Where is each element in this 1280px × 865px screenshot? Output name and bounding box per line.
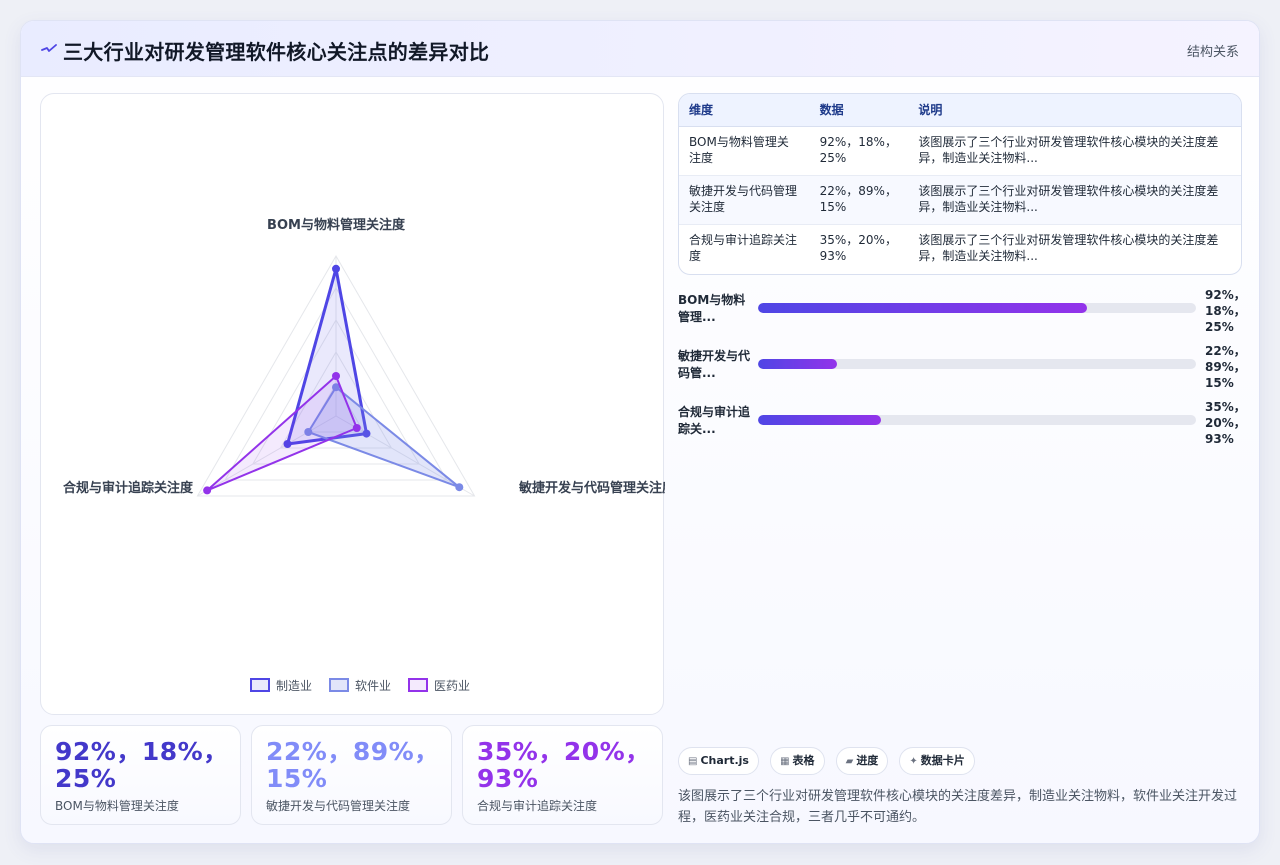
sparkle-icon: ✦	[909, 756, 918, 767]
table-cell-data: 92%，18%，25%	[809, 126, 909, 176]
radar-axis-label: 敏捷开发与代码管理关注度	[518, 480, 665, 496]
progress-value: 22%，89%，15%	[1205, 344, 1246, 390]
progress-value: 92%，18%，25%	[1205, 288, 1246, 334]
table-row: 敏捷开发与代码管理关注度 22%，89%，15% 该图展示了三个行业对研发管理软…	[679, 175, 1241, 225]
legend-label: 制造业	[276, 679, 312, 693]
radar-point	[332, 372, 340, 380]
structure-badge[interactable]: 结构关系	[1187, 41, 1239, 60]
progress-row: 敏捷开发与代码管... 22%，89%，15%	[678, 343, 1246, 399]
radar-chart-panel: BOM与物料管理关注度敏捷开发与代码管理关注度 合规与审计追踪关注度制造业 软件业 医…	[40, 93, 665, 715]
tag-chartjs[interactable]: ▤ Chart.js	[678, 747, 759, 775]
radar-series-3	[206, 375, 358, 492]
stat-value: 92%，18%，25%	[55, 737, 229, 793]
radar-point	[352, 424, 361, 432]
table-cell-note: 该图展示了三个行业对研发管理软件核心模块的关注度差异，制造业关注物料...	[918, 232, 1219, 263]
table-row: BOM与物料管理关注度 92%，18%，25% 该图展示了三个行业对研发管理软件…	[679, 126, 1241, 176]
stat-label: 合规与审计追踪关注度	[477, 799, 598, 813]
summary-text: 该图展示了三个行业对研发管理软件核心模块的关注度差异，制造业关注物料，软件业关注…	[678, 789, 1238, 825]
stat-card-agile: 22%，89%，15% 敏捷开发与代码管理关注度	[251, 725, 452, 825]
table-cell-data: 35%，20%，93%	[819, 232, 897, 263]
table-header-note: 说明	[908, 94, 1241, 127]
table-cell-data: 22%，89%，15%	[809, 175, 909, 225]
table-row: 合规与审计追踪关注度 35%，20%，93% 该图展示了三个行业对研发管理软件核…	[679, 224, 1241, 273]
progress-row: BOM与物料管理... 92%，18%，25%	[678, 287, 1246, 343]
legend-swatch	[250, 678, 270, 692]
stat-card-bom: 92%，18%，25% BOM与物料管理关注度	[40, 725, 241, 825]
legend-swatch	[408, 678, 428, 692]
radar-axis-label: 合规与审计追踪关注度	[63, 480, 194, 496]
stat-card-compliance: 35%，20%，93% 合规与审计追踪关注度	[462, 725, 663, 825]
chart-icon: ▤	[688, 756, 698, 767]
stat-value: 35%，20%，93%	[477, 737, 651, 793]
legend-swatch	[329, 678, 349, 692]
radar-point	[455, 483, 464, 492]
dashboard-card: 三大行业对研发管理软件核心关注点的差异对比 结构关系 BOM与物料管理关注度 敏捷…	[20, 20, 1260, 844]
progress-value: 35%，20%，93%	[1205, 400, 1246, 446]
progress-label: 敏捷开发与代码管...	[678, 349, 751, 380]
tag-label: 表格	[792, 754, 815, 767]
table-cell-dimension: 敏捷开发与代码管理关注度	[679, 175, 810, 225]
progress-list: BOM与物料管理... 92%，18%，25% 敏捷开发与代码管... 22%，…	[678, 287, 1246, 455]
radar-point	[203, 486, 212, 495]
progress-icon: ▰	[845, 756, 854, 767]
radar-point	[332, 264, 340, 273]
page-title: 三大行业对研发管理软件核心关注点的差异对比	[63, 40, 490, 64]
progress-label: 合规与审计追踪关...	[678, 405, 751, 436]
tag-label: Chart.js	[700, 754, 749, 767]
table-header-data: 数据	[809, 94, 909, 127]
stat-label: BOM与物料管理关注度	[55, 799, 179, 813]
legend-label: 软件业	[355, 679, 391, 693]
progress-track	[758, 415, 1196, 425]
table-cell-dimension: 合规与审计追踪关注度	[689, 232, 798, 263]
progress-fill	[758, 303, 1087, 313]
progress-row: 合规与审计追踪关... 35%，20%，93%	[678, 399, 1246, 455]
legend-label: 医药业	[434, 679, 470, 693]
pulse-icon	[41, 44, 57, 52]
tag-datacard[interactable]: ✦ 数据卡片	[899, 747, 975, 775]
progress-fill	[758, 415, 881, 425]
tag-progress[interactable]: ▰ 进度	[835, 747, 889, 775]
tag-label: 数据卡片	[920, 754, 965, 767]
table-cell-dimension: BOM与物料管理关注度	[679, 126, 810, 176]
progress-fill	[758, 359, 837, 369]
tag-label: 进度	[856, 754, 879, 767]
stat-value: 22%，89%，15%	[266, 737, 440, 793]
progress-label: BOM与物料管理...	[678, 293, 746, 324]
table-cell-note: 该图展示了三个行业对研发管理软件核心模块的关注度差异，制造业关注物料...	[908, 175, 1241, 225]
table-icon: ▦	[780, 756, 790, 767]
table-cell-note: 该图展示了三个行业对研发管理软件核心模块的关注度差异，制造业关注物料...	[908, 126, 1241, 176]
tag-table[interactable]: ▦ 表格	[770, 747, 825, 775]
table-header-row: 维度 数据 说明	[679, 94, 1241, 127]
stat-label: 敏捷开发与代码管理关注度	[266, 799, 411, 813]
radar-axis-label: BOM与物料管理关注度	[267, 217, 406, 233]
table-header-dimension: 维度	[679, 94, 810, 127]
radar-chart: BOM与物料管理关注度敏捷开发与代码管理关注度 合规与审计追踪关注度制造业 软件业 医…	[63, 217, 665, 693]
data-table: 维度 数据 说明 BOM与物料管理关注度 92%，18%，25% 该图展示了三个…	[678, 93, 1242, 275]
progress-track	[758, 303, 1196, 313]
tag-list: ▤ Chart.js ▦ 表格 ▰ 进度 ✦ 数据卡片	[678, 747, 981, 775]
progress-track	[758, 359, 1196, 369]
header: 三大行业对研发管理软件核心关注点的差异对比 结构关系	[21, 21, 1259, 77]
